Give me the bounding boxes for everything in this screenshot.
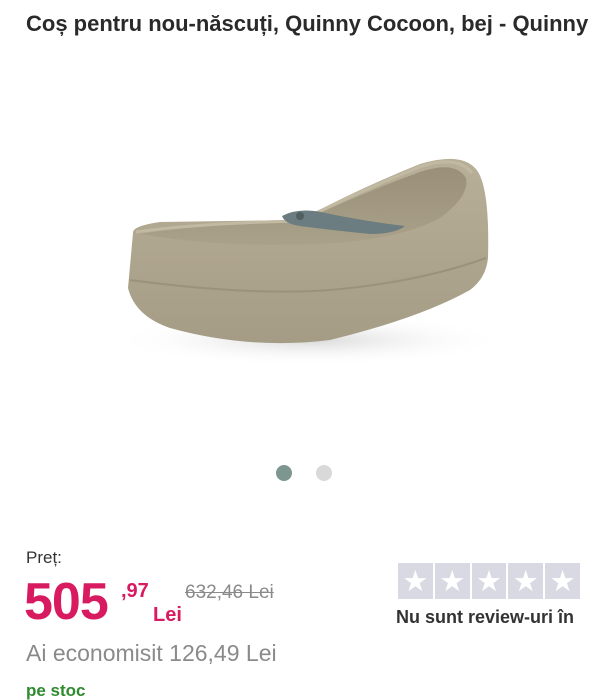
product-image[interactable] xyxy=(0,118,608,418)
price-currency: Lei xyxy=(153,604,182,626)
review-status-text[interactable]: Nu sunt review-uri în xyxy=(396,607,574,628)
old-price: 632,46 Lei xyxy=(185,582,274,603)
price-cents: ,97 xyxy=(121,580,149,602)
star-icon: ★ xyxy=(398,563,433,599)
gallery-pagination xyxy=(0,465,608,483)
star-icon: ★ xyxy=(508,563,544,599)
star-icon: ★ xyxy=(545,563,580,599)
savings-text: Ai economisit 126,49 Lei xyxy=(26,640,277,666)
product-title: Coș pentru nou-născuți, Quinny Cocoon, b… xyxy=(26,11,589,36)
gallery-dot-2[interactable] xyxy=(316,465,332,481)
star-icon: ★ xyxy=(471,563,507,599)
price-label: Preț: xyxy=(26,548,62,567)
gallery-dot-1[interactable] xyxy=(276,465,292,481)
rating-stars[interactable]: ★ ★ ★ ★ ★ xyxy=(398,563,580,599)
price-integer: 505 xyxy=(24,573,109,631)
stock-status: pe stoc xyxy=(26,681,86,700)
star-icon: ★ xyxy=(434,563,470,599)
product-page: Coș pentru nou-născuți, Quinny Cocoon, b… xyxy=(0,0,608,700)
